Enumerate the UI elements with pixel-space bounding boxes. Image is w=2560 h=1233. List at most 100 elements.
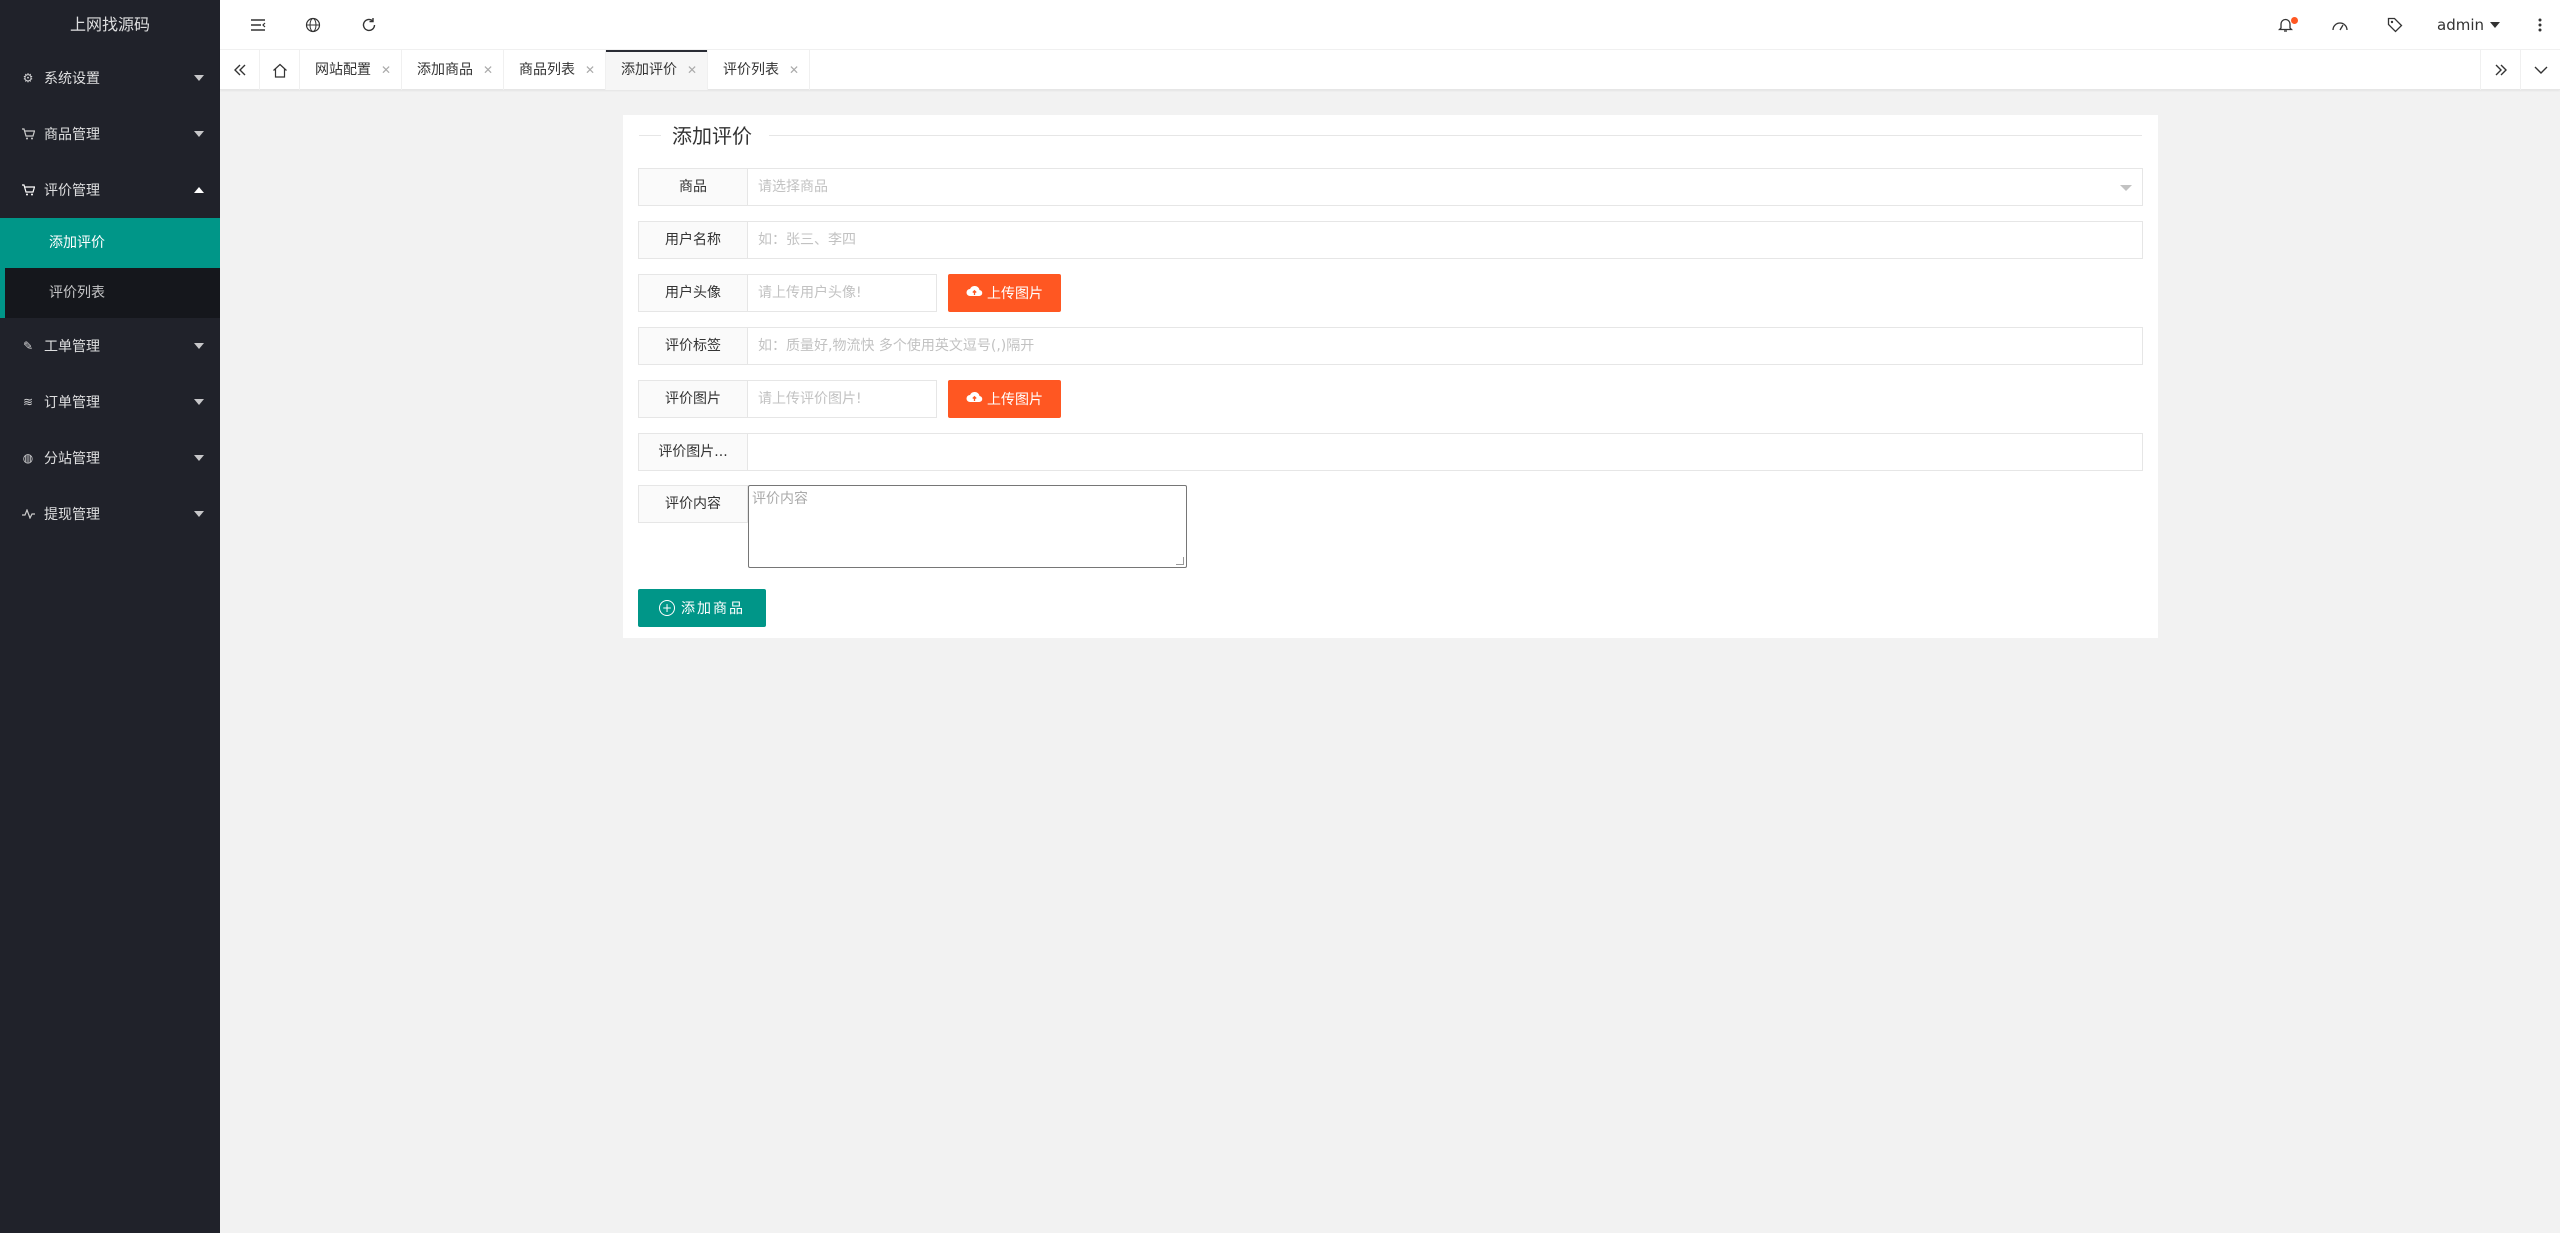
cloud-upload-icon [966,285,983,301]
top-header: admin [220,0,2560,50]
tabs-scroll-right-icon[interactable] [2480,50,2520,90]
username-label: 用户名称 [638,221,748,259]
product-row: 商品 请选择商品 [638,168,2143,206]
product-select[interactable]: 请选择商品 [747,168,2143,206]
bell-icon[interactable] [2265,0,2305,50]
resize-handle-icon[interactable] [1176,557,1184,565]
tabs-menu-chevron-icon[interactable] [2520,50,2560,90]
home-icon[interactable] [260,50,300,90]
tags-input[interactable]: 如：质量好,物流快 多个使用英文逗号(,)隔开 [747,327,2143,365]
tab-list: 网站配置 ✕ 添加商品 ✕ 商品列表 ✕ 添加评价 ✕ 评价列表 ✕ [300,50,810,90]
sidebar-item-products[interactable]: 商品管理 [0,106,220,162]
sidebar-item-add-review[interactable]: 添加评价 [0,218,220,268]
username-row: 用户名称 如：张三、李四 [638,221,2143,259]
sidebar-item-system-settings[interactable]: ⚙ 系统设置 [0,50,220,106]
theme-icon[interactable] [2320,0,2360,50]
refresh-icon[interactable] [349,0,389,50]
tab-label: 添加评价 [621,62,677,78]
sidebar-item-substations[interactable]: ◍ 分站管理 [0,430,220,486]
sidebar-item-label: 提现管理 [44,507,100,523]
sidebar-item-withdrawals[interactable]: 提现管理 [0,486,220,542]
sidebar-item-label: 订单管理 [44,395,100,411]
tab-add-review[interactable]: 添加评价 ✕ [606,50,708,90]
notification-dot [2291,17,2298,24]
close-icon[interactable]: ✕ [483,50,493,90]
legend-line [639,135,661,136]
cart-icon [20,182,36,198]
chevron-up-icon [194,187,204,193]
product-select-placeholder: 请选择商品 [758,179,828,195]
username: admin [2437,16,2484,34]
sidebar-item-tickets[interactable]: ✎ 工单管理 [0,318,220,374]
layers-icon: ≋ [22,395,34,409]
chevron-down-icon [2120,185,2132,191]
sidebar-item-label: 工单管理 [44,339,100,355]
more-icon[interactable] [2520,0,2560,50]
menu-toggle-icon[interactable] [238,0,278,50]
globe-icon[interactable] [293,0,333,50]
globe-icon: ◍ [22,451,34,465]
chevron-down-icon [194,343,204,349]
content-textarea[interactable]: 评价内容 [748,485,1187,568]
username-input[interactable]: 如：张三、李四 [747,221,2143,259]
user-menu[interactable]: admin [2437,0,2500,50]
sidebar-item-label: 商品管理 [44,127,100,143]
form-title: 添加评价 [667,120,757,149]
images-extra-label: 评价图片... [638,433,748,471]
submit-label: 添加商品 [681,601,745,617]
images-extra-input[interactable] [747,433,2143,471]
tab-review-list[interactable]: 评价列表 ✕ [708,50,810,90]
avatar-row: 用户头像 请上传用户头像! 上传图片 [638,274,2143,312]
chevron-down-icon [194,399,204,405]
chevron-down-icon [194,511,204,517]
content-placeholder: 评价内容 [752,491,808,507]
images-label: 评价图片 [638,380,748,418]
brand-title: 上网找源码 [69,15,150,34]
upload-label: 上传图片 [987,286,1043,302]
chevron-down-icon [194,131,204,137]
legend-line [769,135,2142,136]
close-icon[interactable]: ✕ [585,50,595,90]
sidebar-item-review-list[interactable]: 评价列表 [0,268,220,318]
images-input[interactable]: 请上传评价图片! [747,380,937,418]
add-review-form: 添加评价 商品 请选择商品 用户名称 如：张三、李四 用户头像 请上传用户头像!… [623,115,2158,638]
cloud-upload-icon [966,391,983,407]
form-legend: 添加评价 [639,115,2142,155]
tab-product-list[interactable]: 商品列表 ✕ [504,50,606,90]
sidebar-item-label: 系统设置 [44,71,100,87]
tags-label: 评价标签 [638,327,748,365]
tab-label: 添加商品 [417,62,473,78]
product-label: 商品 [638,168,748,206]
submit-button[interactable]: + 添加商品 [638,589,766,627]
reviews-submenu: 添加评价 评价列表 [0,218,220,318]
sidebar-item-reviews[interactable]: 评价管理 [0,162,220,218]
avatar-input[interactable]: 请上传用户头像! [747,274,937,312]
tabs-scroll-left-icon[interactable] [220,50,260,90]
close-icon[interactable]: ✕ [789,50,799,90]
tags-row: 评价标签 如：质量好,物流快 多个使用英文逗号(,)隔开 [638,327,2143,365]
chevron-down-icon [2490,22,2500,28]
sidebar: 上网找源码 ⚙ 系统设置 商品管理 评价管理 添加评价 评价列表 ✎ 工单管理 … [0,0,220,1233]
images-extra-row: 评价图片... [638,433,2143,471]
tab-add-product[interactable]: 添加商品 ✕ [402,50,504,90]
close-icon[interactable]: ✕ [687,50,697,90]
content-label: 评价内容 [638,485,748,523]
cart-icon [20,126,36,142]
tab-label: 网站配置 [315,62,371,78]
tag-icon[interactable] [2375,0,2415,50]
edit-icon: ✎ [22,339,34,353]
chevron-down-icon [194,75,204,81]
plus-circle-icon: + [659,600,675,616]
upload-label: 上传图片 [987,392,1043,408]
pulse-icon [20,506,36,522]
close-icon[interactable]: ✕ [381,50,391,90]
images-upload-button[interactable]: 上传图片 [948,380,1061,418]
sidebar-item-orders[interactable]: ≋ 订单管理 [0,374,220,430]
tab-label: 商品列表 [519,62,575,78]
tab-label: 评价列表 [723,62,779,78]
page-tabs: 网站配置 ✕ 添加商品 ✕ 商品列表 ✕ 添加评价 ✕ 评价列表 ✕ [220,50,2560,90]
images-row: 评价图片 请上传评价图片! 上传图片 [638,380,2143,418]
chevron-down-icon [194,455,204,461]
avatar-upload-button[interactable]: 上传图片 [948,274,1061,312]
tab-site-config[interactable]: 网站配置 ✕ [300,50,402,90]
